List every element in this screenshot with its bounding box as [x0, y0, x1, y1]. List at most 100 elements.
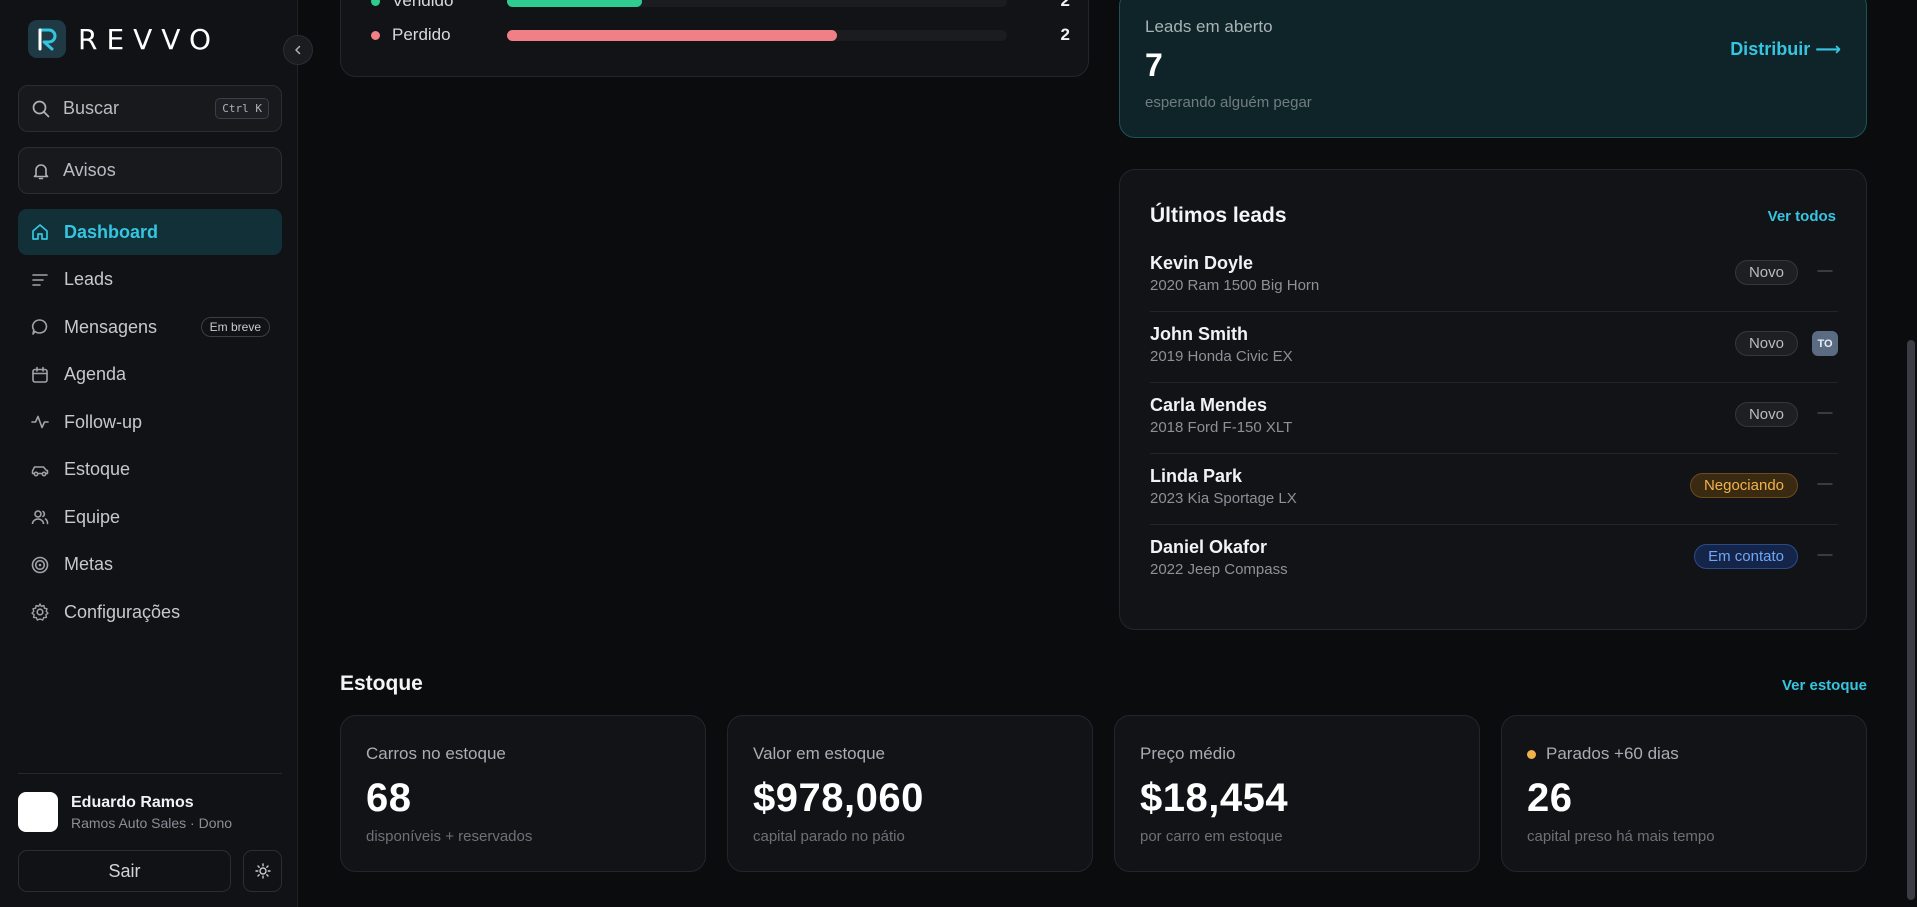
calendar-icon	[30, 365, 50, 385]
open-leads-count: 7	[1145, 47, 1163, 83]
page-scrollbar[interactable]	[1905, 0, 1917, 907]
status-badge: Novo	[1734, 402, 1798, 427]
scrollbar-thumb[interactable]	[1907, 340, 1915, 900]
user-subtitle: Ramos Auto Sales · Dono	[71, 814, 233, 831]
avatar	[18, 792, 58, 832]
assignee-empty: —	[1817, 546, 1833, 563]
list-icon	[30, 270, 50, 290]
nav-label: Metas	[64, 554, 114, 574]
bell-icon	[33, 163, 49, 179]
stat-label: Preço médio	[1140, 744, 1236, 763]
user-name: Eduardo Ramos	[71, 793, 194, 811]
stat-subtitle: capital preso há mais tempo	[1527, 828, 1715, 845]
nav-label: Configurações	[64, 601, 181, 622]
sidebar: REVVO Buscar Ctrl K Avisos Dashboard Lea…	[0, 0, 298, 907]
status-badge: Em contato	[1694, 544, 1798, 569]
lead-row[interactable]: Daniel Okafor 2022 Jeep Compass Em conta…	[1150, 525, 1838, 596]
search-shortcut: Ctrl K	[215, 98, 269, 119]
lead-row[interactable]: Linda Park 2023 Kia Sportage LX Negocian…	[1150, 454, 1838, 525]
distribute-button[interactable]: Distribuir ⟶	[1730, 39, 1841, 60]
stat-value: 68	[366, 776, 412, 820]
lead-car: 2018 Ford F-150 XLT	[1150, 419, 1293, 436]
lead-row[interactable]: Kevin Doyle 2020 Ram 1500 Big Horn Novo …	[1150, 241, 1838, 312]
stat-card-stale: Parados +60 dias 26 capital preso há mai…	[1501, 715, 1867, 872]
activity-icon	[30, 412, 50, 432]
lead-name: John Smith	[1150, 324, 1248, 344]
view-inventory-link[interactable]: Ver estoque	[1782, 677, 1867, 694]
theme-toggle-button[interactable]	[243, 850, 282, 892]
assignee-empty: —	[1817, 475, 1833, 492]
user-profile[interactable]: Eduardo Ramos Ramos Auto Sales · Dono	[18, 792, 232, 832]
stat-card-avg-price: Preço médio $18,454 por carro em estoque	[1114, 715, 1480, 872]
status-badge: Novo	[1734, 331, 1798, 356]
assignee-empty: —	[1817, 262, 1833, 279]
funnel-bar-track	[507, 29, 1007, 41]
funnel-row-vendido: Vendido 2	[371, 0, 1071, 13]
stat-card-value: Valor em estoque $978,060 capital parado…	[727, 715, 1093, 872]
stat-label: Parados +60 dias	[1527, 744, 1679, 764]
latest-leads-title: Últimos leads	[1150, 204, 1287, 227]
nav-item-agenda[interactable]: Agenda	[18, 352, 282, 398]
notifications-button[interactable]: Avisos	[18, 147, 282, 194]
lead-car: 2020 Ram 1500 Big Horn	[1150, 277, 1320, 294]
funnel-bar-track	[507, 0, 1007, 7]
revvo-logo-icon	[28, 20, 66, 58]
brand-logo[interactable]: REVVO	[28, 20, 220, 58]
nav-item-estoque[interactable]: Estoque	[18, 447, 282, 493]
status-dot	[371, 30, 380, 40]
stat-value: 26	[1527, 776, 1573, 820]
sun-icon	[254, 863, 271, 879]
stat-subtitle: por carro em estoque	[1140, 828, 1283, 845]
nav-label: Agenda	[64, 364, 127, 384]
open-leads-card: Leads em aberto 7 esperando alguém pegar…	[1119, 0, 1867, 138]
stat-label-text: Parados +60 dias	[1546, 744, 1679, 763]
lead-name: Daniel Okafor	[1150, 537, 1268, 557]
logout-button[interactable]: Sair	[18, 850, 231, 892]
nav-label: Equipe	[64, 506, 121, 527]
nav-item-mensagens[interactable]: Mensagens Em breve	[18, 304, 282, 350]
assignee-empty: —	[1817, 404, 1833, 421]
lead-row[interactable]: Carla Mendes 2018 Ford F-150 XLT Novo —	[1150, 383, 1838, 454]
nav-item-metas[interactable]: Metas	[18, 542, 282, 588]
latest-leads-card: Últimos leads Ver todos Kevin Doyle 2020…	[1119, 169, 1867, 630]
lead-car: 2022 Jeep Compass	[1150, 561, 1288, 578]
sidebar-divider	[18, 773, 282, 774]
nav-item-configuracoes[interactable]: Configurações	[18, 589, 282, 635]
stat-card-cars: Carros no estoque 68 disponíveis + reser…	[340, 715, 706, 872]
status-badge: Negociando	[1689, 473, 1798, 498]
nav-item-follow-up[interactable]: Follow-up	[18, 399, 282, 445]
stat-label: Valor em estoque	[753, 744, 885, 763]
nav-item-equipe[interactable]: Equipe	[18, 494, 282, 540]
stat-subtitle: capital parado no pátio	[753, 828, 905, 845]
funnel-card: Vendido 2 Perdido 2	[340, 0, 1089, 77]
funnel-row-perdido: Perdido 2	[371, 23, 1071, 47]
lead-row[interactable]: John Smith 2019 Honda Civic EX Novo TO	[1150, 312, 1838, 383]
nav-item-leads[interactable]: Leads	[18, 257, 282, 303]
lead-car: 2019 Honda Civic EX	[1150, 348, 1293, 365]
lead-name: Kevin Doyle	[1150, 253, 1254, 273]
home-icon	[30, 222, 50, 242]
search-placeholder: Buscar	[63, 98, 120, 118]
nav-item-dashboard[interactable]: Dashboard	[18, 209, 282, 255]
notifications-label: Avisos	[63, 160, 116, 180]
nav-label: Dashboard	[64, 221, 159, 242]
main-nav: Dashboard Leads Mensagens Em breve Agend…	[18, 209, 282, 637]
view-all-link[interactable]: Ver todos	[1768, 208, 1836, 225]
open-leads-title: Leads em aberto	[1145, 17, 1273, 36]
nav-label: Mensagens	[64, 316, 158, 337]
gear-icon	[30, 602, 50, 622]
funnel-count: 2	[1060, 25, 1070, 44]
lead-name: Linda Park	[1150, 466, 1243, 486]
stat-label: Carros no estoque	[366, 744, 506, 763]
car-icon	[30, 460, 50, 480]
collapse-sidebar-button[interactable]	[283, 35, 313, 65]
funnel-bar-fill	[507, 0, 642, 7]
funnel-label: Perdido	[392, 25, 451, 44]
inventory-section-title: Estoque	[340, 672, 423, 695]
nav-label: Estoque	[64, 459, 131, 479]
search-input[interactable]: Buscar Ctrl K	[18, 85, 282, 132]
stat-value: $978,060	[753, 776, 924, 820]
coming-soon-badge: Em breve	[200, 317, 270, 337]
funnel-label: Vendido	[392, 0, 454, 10]
brand-name: REVVO	[78, 22, 221, 56]
